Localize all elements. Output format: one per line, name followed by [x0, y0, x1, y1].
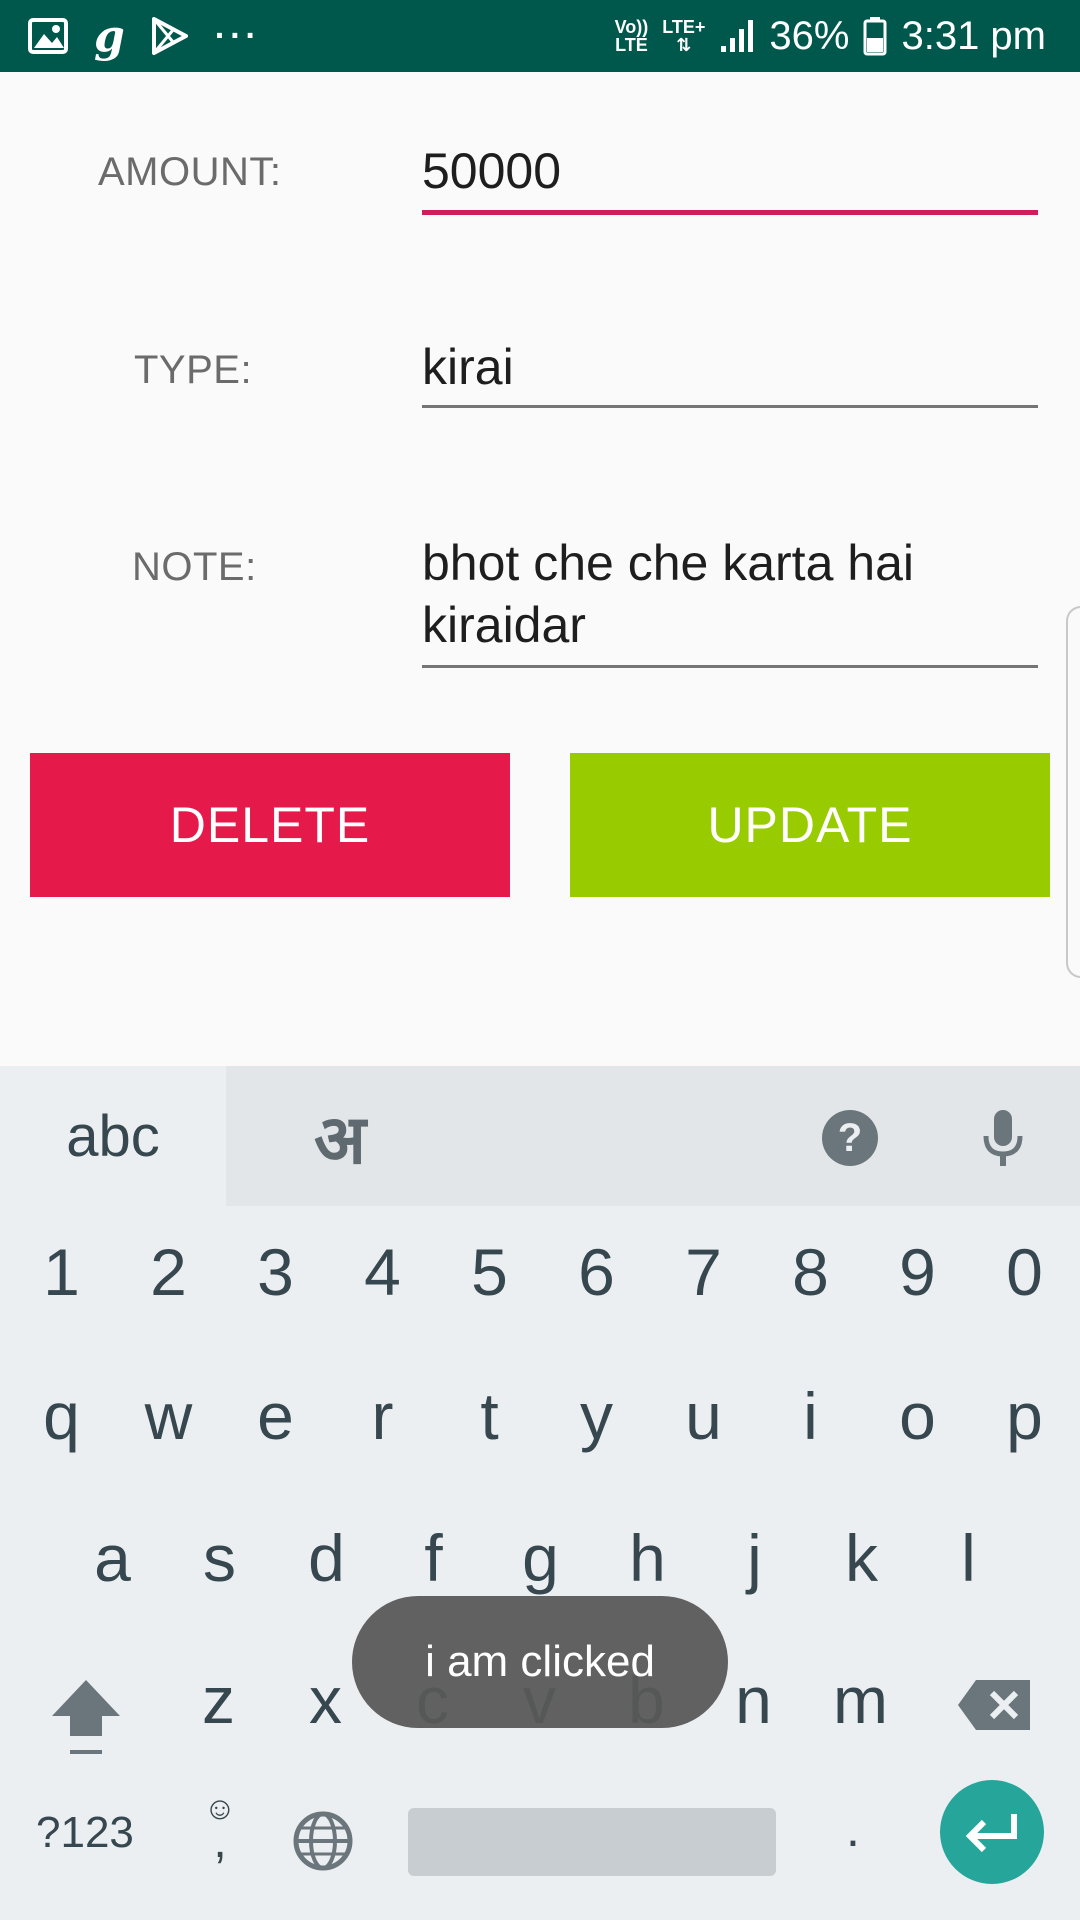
key-j[interactable]: j [701, 1508, 808, 1608]
key-2[interactable]: 2 [115, 1222, 222, 1322]
keyboard-toolbar: abc अ ? [0, 1066, 1080, 1206]
key-w[interactable]: w [115, 1366, 222, 1466]
enter-icon [965, 1814, 1017, 1853]
backspace-icon[interactable] [956, 1678, 1032, 1732]
help-icon[interactable]: ? [822, 1110, 878, 1166]
note-field-underline [422, 665, 1038, 668]
key-7[interactable]: 7 [650, 1222, 757, 1322]
type-field-underline [422, 405, 1038, 408]
type-label: TYPE: [134, 348, 253, 392]
symbols-key[interactable]: ?123 [36, 1808, 134, 1858]
signal-icon [721, 20, 754, 52]
lte-plus-indicator: LTE+ ⇅ [662, 17, 706, 55]
system-status: Vo)) LTE LTE+ ⇅ 36% 3:31 pm [615, 0, 1046, 72]
number-row: 1234567890 [0, 1222, 1080, 1322]
key-4[interactable]: 4 [329, 1222, 436, 1322]
amount-field[interactable]: 50000 [422, 140, 1038, 212]
letter-row-2: asdfghjkl [0, 1508, 1080, 1608]
key-u[interactable]: u [650, 1366, 757, 1466]
key-l[interactable]: l [915, 1508, 1022, 1608]
status-bar: g ··· Vo)) LTE LTE+ ⇅ 36% 3:31 pm [0, 0, 1080, 72]
letter-row-1: qwertyuiop [0, 1366, 1080, 1466]
enter-key[interactable] [940, 1780, 1044, 1884]
key-s[interactable]: s [166, 1508, 273, 1608]
key-y[interactable]: y [543, 1366, 650, 1466]
key-t[interactable]: t [436, 1366, 543, 1466]
battery-percent: 36% [769, 13, 850, 58]
period-key[interactable]: . [846, 1800, 860, 1858]
gallery-icon [28, 18, 68, 54]
key-5[interactable]: 5 [436, 1222, 543, 1322]
key-o[interactable]: o [864, 1366, 971, 1466]
key-p[interactable]: p [971, 1366, 1078, 1466]
note-line-1: bhot che che karta hai [422, 535, 914, 591]
key-q[interactable]: q [8, 1366, 115, 1466]
more-notifications-icon: ··· [214, 16, 261, 55]
key-1[interactable]: 1 [8, 1222, 115, 1322]
key-m[interactable]: m [807, 1650, 914, 1750]
emoji-comma-key[interactable]: ☺ , [196, 1792, 244, 1868]
note-field[interactable]: bhot che che karta hai kiraidar [422, 532, 1038, 666]
note-label: NOTE: [132, 545, 257, 589]
key-h[interactable]: h [594, 1508, 701, 1608]
play-store-icon [151, 17, 188, 55]
edge-panel-handle[interactable] [1066, 606, 1080, 978]
note-line-2: kiraidar [422, 597, 586, 653]
amount-field-underline [422, 210, 1038, 215]
globe-icon[interactable] [292, 1810, 354, 1872]
comma-label: , [213, 1815, 227, 1868]
key-f[interactable]: f [380, 1508, 487, 1608]
key-i[interactable]: i [757, 1366, 864, 1466]
space-bar[interactable] [408, 1808, 776, 1876]
key-0[interactable]: 0 [971, 1222, 1078, 1322]
battery-icon [863, 17, 887, 56]
key-e[interactable]: e [222, 1366, 329, 1466]
delete-button[interactable]: DELETE [30, 753, 510, 897]
key-a[interactable]: a [59, 1508, 166, 1608]
tab-hindi[interactable]: अ [290, 1066, 390, 1206]
microphone-icon[interactable] [978, 1106, 1028, 1170]
key-z[interactable]: z [165, 1650, 272, 1750]
update-button[interactable]: UPDATE [570, 753, 1050, 897]
key-d[interactable]: d [273, 1508, 380, 1608]
notification-icons: g ··· [28, 0, 261, 72]
tab-abc[interactable]: abc [0, 1066, 226, 1206]
key-8[interactable]: 8 [757, 1222, 864, 1322]
key-g[interactable]: g [487, 1508, 594, 1608]
soft-keyboard: abc अ ? [0, 1066, 1080, 1920]
key-r[interactable]: r [329, 1366, 436, 1466]
app-g-icon: g [94, 10, 125, 62]
amount-label: AMOUNT: [98, 150, 282, 194]
key-k[interactable]: k [808, 1508, 915, 1608]
toast-message: i am clicked [352, 1596, 728, 1728]
type-field[interactable]: kirai [422, 336, 1038, 408]
key-3[interactable]: 3 [222, 1222, 329, 1322]
volte-indicator: Vo)) LTE [614, 17, 649, 55]
key-6[interactable]: 6 [543, 1222, 650, 1322]
key-9[interactable]: 9 [864, 1222, 971, 1322]
shift-icon[interactable] [46, 1676, 126, 1758]
clock: 3:31 pm [901, 13, 1046, 58]
